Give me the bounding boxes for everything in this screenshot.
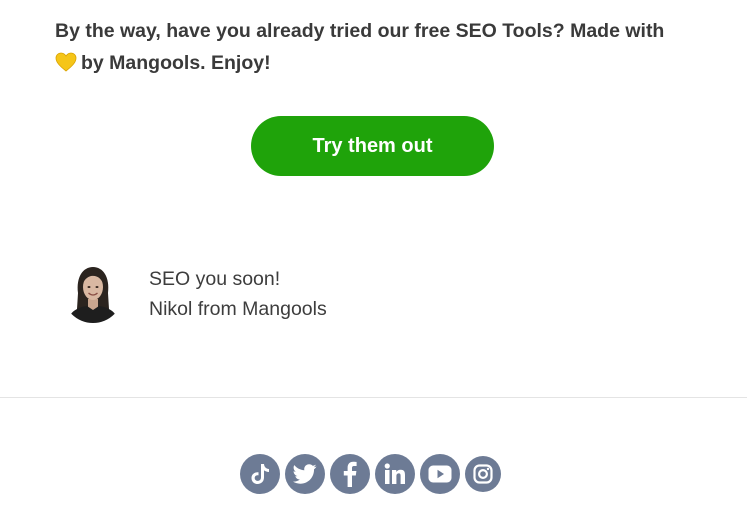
youtube-link[interactable] bbox=[420, 454, 460, 494]
twitter-icon bbox=[293, 464, 317, 484]
linkedin-link[interactable] bbox=[375, 454, 415, 494]
footer-divider bbox=[0, 397, 747, 398]
intro-text: By the way, have you already tried our f… bbox=[55, 15, 715, 79]
intro-line-2: by Mangools. Enjoy! bbox=[55, 47, 715, 79]
instagram-icon bbox=[473, 464, 493, 484]
tiktok-link[interactable] bbox=[240, 454, 280, 494]
youtube-icon bbox=[428, 465, 452, 483]
signoff-sender: Nikol from Mangools bbox=[149, 298, 327, 320]
signoff-greeting: SEO you soon! bbox=[149, 268, 281, 290]
try-them-out-button[interactable]: Try them out bbox=[251, 116, 494, 176]
intro-line-1: By the way, have you already tried our f… bbox=[55, 20, 665, 42]
signoff: SEO you soon! Nikol from Mangools bbox=[149, 264, 327, 324]
social-links bbox=[240, 454, 501, 494]
facebook-icon bbox=[343, 461, 357, 487]
yellow-heart-icon bbox=[55, 52, 77, 72]
linkedin-icon bbox=[384, 463, 406, 485]
twitter-link[interactable] bbox=[285, 454, 325, 494]
instagram-link[interactable] bbox=[465, 456, 501, 492]
tiktok-icon bbox=[250, 463, 270, 485]
facebook-link[interactable] bbox=[330, 454, 370, 494]
avatar bbox=[63, 263, 123, 323]
intro-line-2-text: by Mangools. Enjoy! bbox=[81, 52, 271, 74]
